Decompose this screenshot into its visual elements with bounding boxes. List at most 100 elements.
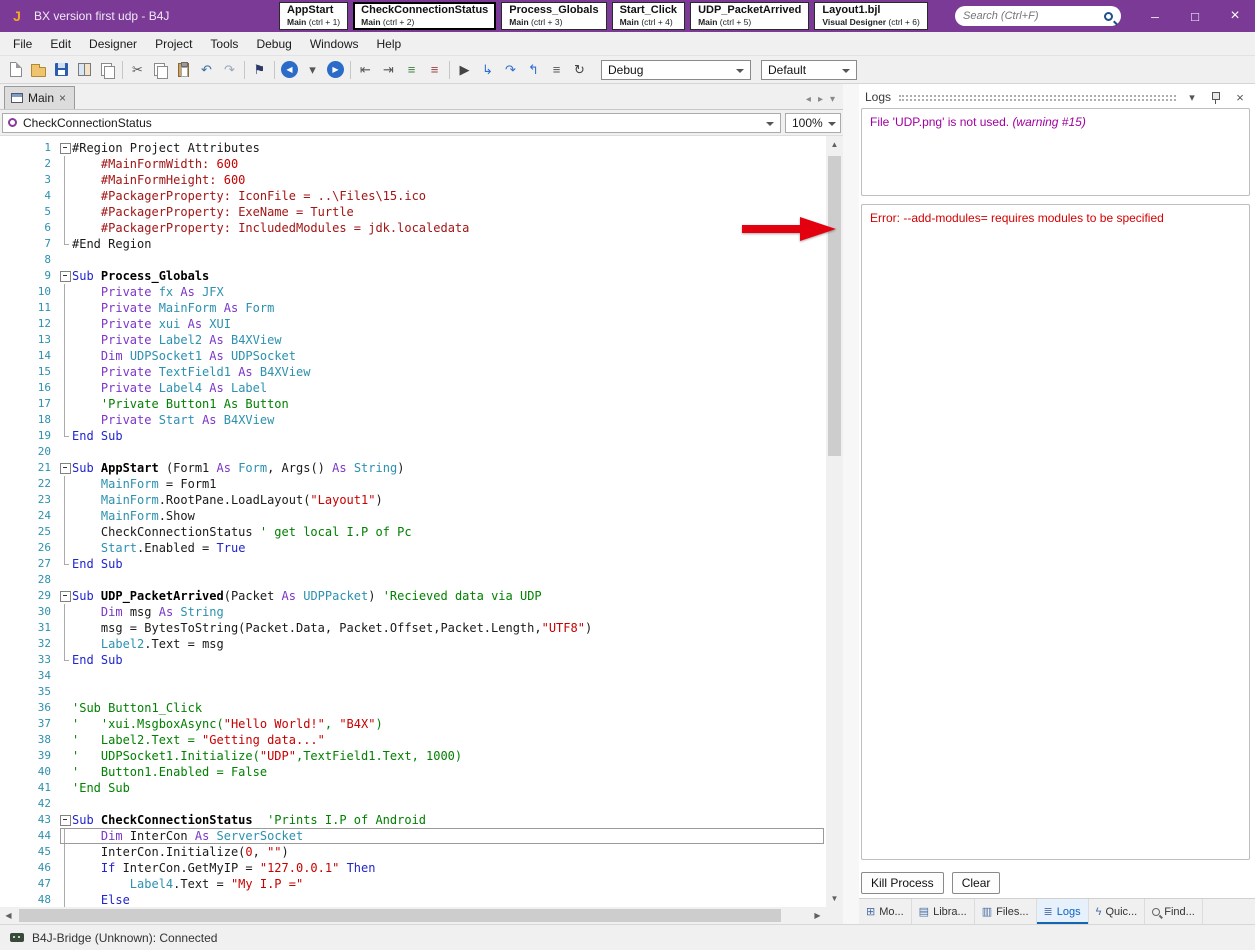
panel-tab-modules[interactable]: ⊞ Mo...: [859, 899, 912, 924]
code-line: 31 msg = BytesToString(Packet.Data, Pack…: [0, 620, 826, 636]
scroll-right-button[interactable]: [809, 907, 826, 924]
menu-designer[interactable]: Designer: [80, 34, 146, 54]
redo-icon[interactable]: ↷: [218, 58, 241, 81]
panel-drag-grip[interactable]: [899, 95, 1176, 101]
log-entry-warning[interactable]: File 'UDP.png' is not used. (warning #15…: [861, 108, 1250, 196]
code-line: 41 'End Sub: [0, 780, 826, 796]
quick-tab-checkconnectionstatus[interactable]: CheckConnectionStatus Main (ctrl + 2): [353, 2, 497, 30]
panel-tab-find[interactable]: Find...: [1145, 899, 1203, 924]
modules-icon[interactable]: [73, 58, 96, 81]
open-icon[interactable]: [27, 58, 50, 81]
maximize-button[interactable]: [1175, 0, 1215, 32]
indent-icon[interactable]: ⇥: [377, 58, 400, 81]
menu-project[interactable]: Project: [146, 34, 201, 54]
main-tab-close-icon[interactable]: [59, 91, 66, 105]
kill-process-button[interactable]: Kill Process: [861, 872, 944, 894]
menu-file[interactable]: File: [4, 34, 41, 54]
code-text: #MainFormHeight: 600: [100, 173, 246, 187]
line-number: 14: [37, 349, 51, 362]
outdent-icon[interactable]: ⇤: [354, 58, 377, 81]
code-text: ' 'xui.MsgboxAsync("Hello World!", "B4X"…: [72, 717, 383, 731]
menu-windows[interactable]: Windows: [301, 34, 368, 54]
code-editor[interactable]: 1 #Region Project Attributes 2 #MainFormWi…: [0, 136, 826, 907]
b4j-bridge-icon: [10, 933, 24, 942]
export-icon[interactable]: [96, 58, 119, 81]
build-configuration-combobox[interactable]: Default: [761, 59, 857, 80]
tab-main[interactable]: Main: [4, 86, 76, 109]
logs-menu-button[interactable]: [1184, 89, 1200, 105]
pause-icon[interactable]: ≡: [545, 58, 568, 81]
horizontal-scrollbar-thumb[interactable]: [19, 909, 781, 922]
quick-tab-layout1.bjl[interactable]: Layout1.bjl Visual Designer (ctrl + 6): [814, 2, 928, 30]
search-box[interactable]: [955, 6, 1121, 26]
line-number: 13: [37, 333, 51, 346]
menu-help[interactable]: Help: [368, 34, 411, 54]
menu-tools[interactable]: Tools: [201, 34, 247, 54]
scroll-down-button[interactable]: [826, 890, 843, 907]
menu-edit[interactable]: Edit: [41, 34, 80, 54]
debug-mode-combobox[interactable]: Debug: [601, 59, 751, 80]
navigate-back-icon[interactable]: [278, 58, 301, 81]
close-button[interactable]: [1215, 0, 1255, 32]
fold-collapse-icon[interactable]: [58, 268, 72, 284]
vertical-scrollbar-track[interactable]: [826, 153, 843, 890]
step-into-icon[interactable]: ↳: [476, 58, 499, 81]
bookmark-icon[interactable]: ⚑: [248, 58, 271, 81]
fold-collapse-icon[interactable]: [58, 812, 72, 828]
panel-tab-libraries[interactable]: ▤ Libra...: [912, 899, 975, 924]
undo-icon[interactable]: ↶: [195, 58, 218, 81]
minimize-button[interactable]: [1135, 0, 1175, 32]
quick-tab-start_click[interactable]: Start_Click Main (ctrl + 4): [611, 2, 686, 30]
logs-pin-button[interactable]: [1208, 89, 1224, 105]
code-line: 27 End Sub: [0, 556, 826, 572]
line-number: 25: [37, 525, 51, 538]
copy-icon[interactable]: [149, 58, 172, 81]
fold-guide: [58, 748, 72, 764]
scroll-left-button[interactable]: [0, 907, 17, 924]
quick-tab-appstart[interactable]: AppStart Main (ctrl + 1): [279, 2, 349, 30]
search-input[interactable]: [963, 10, 1104, 22]
code-text: ' UDPSocket1.Initialize("UDP",TextField1…: [72, 749, 463, 763]
menu-debug[interactable]: Debug: [247, 34, 300, 54]
vertical-scrollbar[interactable]: [826, 136, 843, 907]
tab-scroll-right-icon[interactable]: [818, 94, 823, 105]
line-number: 22: [37, 477, 51, 490]
zoom-combobox[interactable]: 100%: [785, 112, 841, 133]
run-icon[interactable]: ▶: [453, 58, 476, 81]
horizontal-scrollbar-track[interactable]: [17, 907, 809, 924]
sub-selector-combobox[interactable]: CheckConnectionStatus: [2, 112, 781, 133]
line-number: 30: [37, 605, 51, 618]
uncomment-icon[interactable]: ≡: [423, 58, 446, 81]
navigate-forward-icon[interactable]: [324, 58, 347, 81]
tab-scroll-left-icon[interactable]: [806, 94, 811, 105]
step-over-icon[interactable]: ↷: [499, 58, 522, 81]
paste-icon[interactable]: [172, 58, 195, 81]
quick-tab-udp_packetarrived[interactable]: UDP_PacketArrived Main (ctrl + 5): [690, 2, 810, 30]
cut-icon[interactable]: ✂: [126, 58, 149, 81]
panel-tab-quick[interactable]: ϟ Quic...: [1089, 899, 1146, 924]
horizontal-scrollbar[interactable]: [0, 907, 843, 924]
tab-list-icon[interactable]: [830, 94, 835, 105]
fold-guide: [58, 508, 72, 524]
step-out-icon[interactable]: ↰: [522, 58, 545, 81]
quick-tab-process_globals[interactable]: Process_Globals Main (ctrl + 3): [501, 2, 607, 30]
save-icon[interactable]: [50, 58, 73, 81]
panel-tab-files[interactable]: ▥ Files...: [975, 899, 1037, 924]
comment-icon[interactable]: ≡: [400, 58, 423, 81]
log-entry-error[interactable]: Error: --add-modules= requires modules t…: [861, 204, 1250, 860]
fold-guide: [58, 332, 72, 348]
fold-collapse-icon[interactable]: [58, 140, 72, 156]
vertical-scrollbar-thumb[interactable]: [828, 156, 841, 456]
search-icon[interactable]: [1104, 11, 1113, 21]
back-history-icon[interactable]: ▾: [301, 58, 324, 81]
new-icon[interactable]: [4, 58, 27, 81]
restart-icon[interactable]: ↻: [568, 58, 591, 81]
panel-splitter[interactable]: [843, 84, 859, 924]
fold-collapse-icon[interactable]: [58, 460, 72, 476]
fold-collapse-icon[interactable]: [58, 588, 72, 604]
code-line: 38 ' Label2.Text = "Getting data...": [0, 732, 826, 748]
clear-logs-button[interactable]: Clear: [951, 872, 1001, 894]
scroll-up-button[interactable]: [826, 136, 843, 153]
logs-close-button[interactable]: [1232, 89, 1248, 105]
panel-tab-logs[interactable]: ≣ Logs: [1036, 899, 1089, 924]
